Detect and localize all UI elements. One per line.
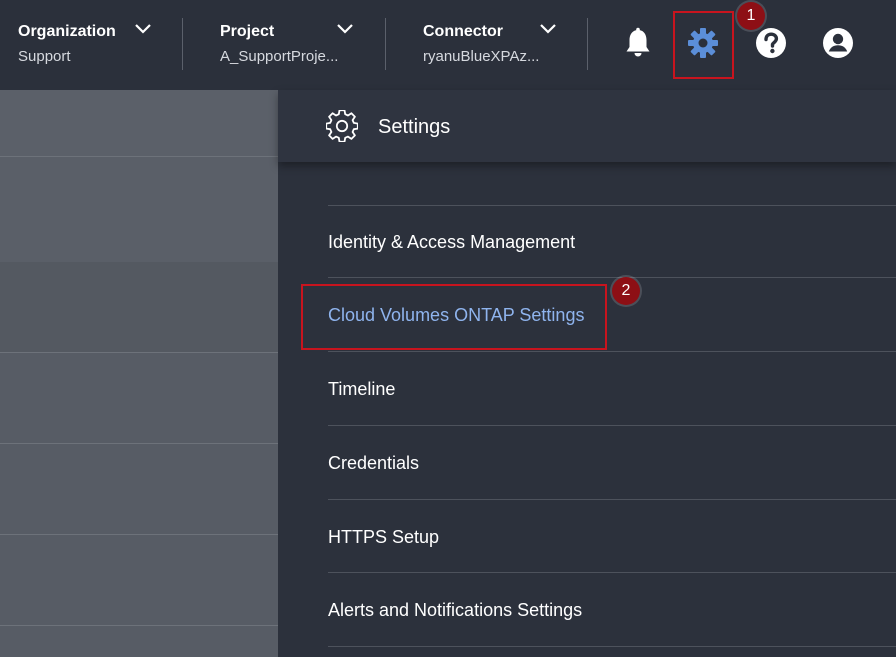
gear-icon (326, 110, 358, 142)
notifications-button[interactable] (620, 24, 656, 62)
header-divider (182, 18, 183, 70)
callout-badge-2: 2 (612, 277, 640, 305)
header-divider (587, 18, 588, 70)
background-row (0, 90, 278, 156)
organization-value: Support (18, 48, 71, 65)
header-divider (385, 18, 386, 70)
project-selector[interactable]: Project A_SupportProje... (220, 20, 360, 70)
background-row (0, 262, 278, 352)
organization-selector[interactable]: Organization Support (18, 20, 158, 70)
menu-divider (328, 499, 896, 500)
menu-divider (328, 351, 896, 352)
menu-divider (328, 425, 896, 426)
row-divider (0, 352, 278, 353)
chevron-down-icon (337, 24, 353, 34)
menu-item-credentials[interactable]: Credentials (328, 453, 419, 474)
callout-box-cloud-volumes (301, 284, 607, 350)
menu-item-alerts-notifications-settings[interactable]: Alerts and Notifications Settings (328, 600, 582, 621)
project-label: Project (220, 23, 275, 40)
row-divider (0, 625, 278, 626)
menu-item-identity-access-management[interactable]: Identity & Access Management (328, 232, 575, 253)
user-icon (823, 28, 853, 58)
connector-selector[interactable]: Connector ryanuBlueXPAz... (423, 20, 563, 70)
user-menu-button[interactable] (820, 24, 856, 62)
help-icon (756, 28, 786, 58)
settings-panel: Settings Identity & Access Management Cl… (278, 90, 896, 657)
connector-label: Connector (423, 23, 503, 40)
connector-value: ryanuBlueXPAz... (423, 48, 540, 65)
menu-item-https-setup[interactable]: HTTPS Setup (328, 527, 439, 548)
background-row (0, 157, 278, 262)
menu-divider (328, 277, 896, 278)
organization-label: Organization (18, 23, 116, 40)
chevron-down-icon (540, 24, 556, 34)
row-divider (0, 534, 278, 535)
menu-divider (328, 572, 896, 573)
bell-icon (626, 27, 650, 57)
menu-divider (328, 205, 896, 206)
menu-divider (328, 646, 896, 647)
help-button[interactable] (753, 24, 789, 62)
background-content (0, 90, 278, 657)
callout-badge-1: 1 (737, 2, 765, 30)
chevron-down-icon (135, 24, 151, 34)
settings-panel-title: Settings (378, 116, 451, 138)
callout-box-settings (673, 11, 734, 79)
menu-item-timeline[interactable]: Timeline (328, 379, 395, 400)
row-divider (0, 443, 278, 444)
project-value: A_SupportProje... (220, 48, 339, 65)
settings-panel-header: Settings (278, 90, 896, 162)
